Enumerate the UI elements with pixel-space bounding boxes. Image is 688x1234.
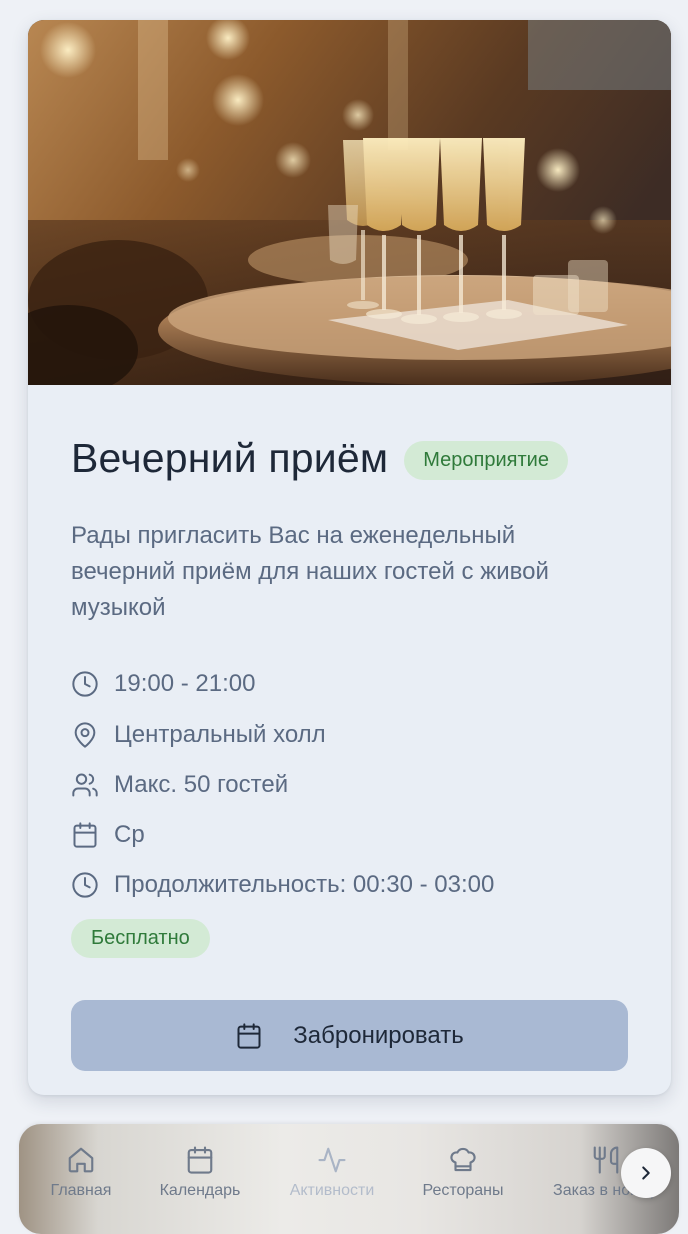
users-icon [71,771,99,799]
calendar-icon [184,1144,216,1176]
nav-label: Календарь [159,1182,241,1199]
book-button-label: Забронировать [293,1021,464,1049]
nav-label: Активности [289,1182,375,1199]
event-day: Ср [114,821,145,848]
event-title: Вечерний приём [71,435,389,481]
calendar-icon [235,1022,263,1050]
nav-item-calendar[interactable]: Календарь [140,1144,260,1200]
activity-icon [316,1144,348,1176]
event-location: Центральный холл [114,721,326,748]
time-row: 19:00 - 21:00 [71,668,628,700]
calendar-icon [71,821,99,849]
nav-label: Рестораны [422,1182,504,1199]
book-button[interactable]: Забронировать [71,1000,628,1071]
duration-row: Продолжительность: 00:30 - 03:00 [71,869,628,901]
nav-scroll-right-button[interactable] [621,1148,671,1198]
clock-icon [71,670,99,698]
home-icon [65,1144,97,1176]
event-type-badge: Мероприятие [404,441,568,480]
nav-item-activities[interactable]: Активности [272,1144,392,1200]
chef-hat-icon [447,1144,479,1176]
event-time: 19:00 - 21:00 [114,670,256,697]
utensils-icon [590,1144,622,1176]
event-card: Вечерний приём Мероприятие Рады пригласи… [28,20,671,1095]
event-photo [28,20,671,385]
clock-icon [71,871,99,899]
map-pin-icon [71,721,99,749]
location-row: Центральный холл [71,719,628,751]
nav-item-restaurants[interactable]: Рестораны [403,1144,523,1200]
chevron-right-icon [635,1162,657,1184]
bottom-nav: Главная Календарь Активности Рестораны З… [19,1124,679,1234]
event-description: Рады пригласить Вас на еженедельный вече… [71,522,549,621]
event-duration: Продолжительность: 00:30 - 03:00 [114,871,495,898]
title-row: Вечерний приём Мероприятие [71,435,568,482]
nav-item-home[interactable]: Главная [21,1144,141,1200]
price-badge: Бесплатно [71,919,210,958]
capacity-row: Макс. 50 гостей [71,769,628,801]
nav-label: Главная [50,1182,112,1199]
event-capacity: Макс. 50 гостей [114,771,289,798]
day-row: Ср [71,819,628,851]
